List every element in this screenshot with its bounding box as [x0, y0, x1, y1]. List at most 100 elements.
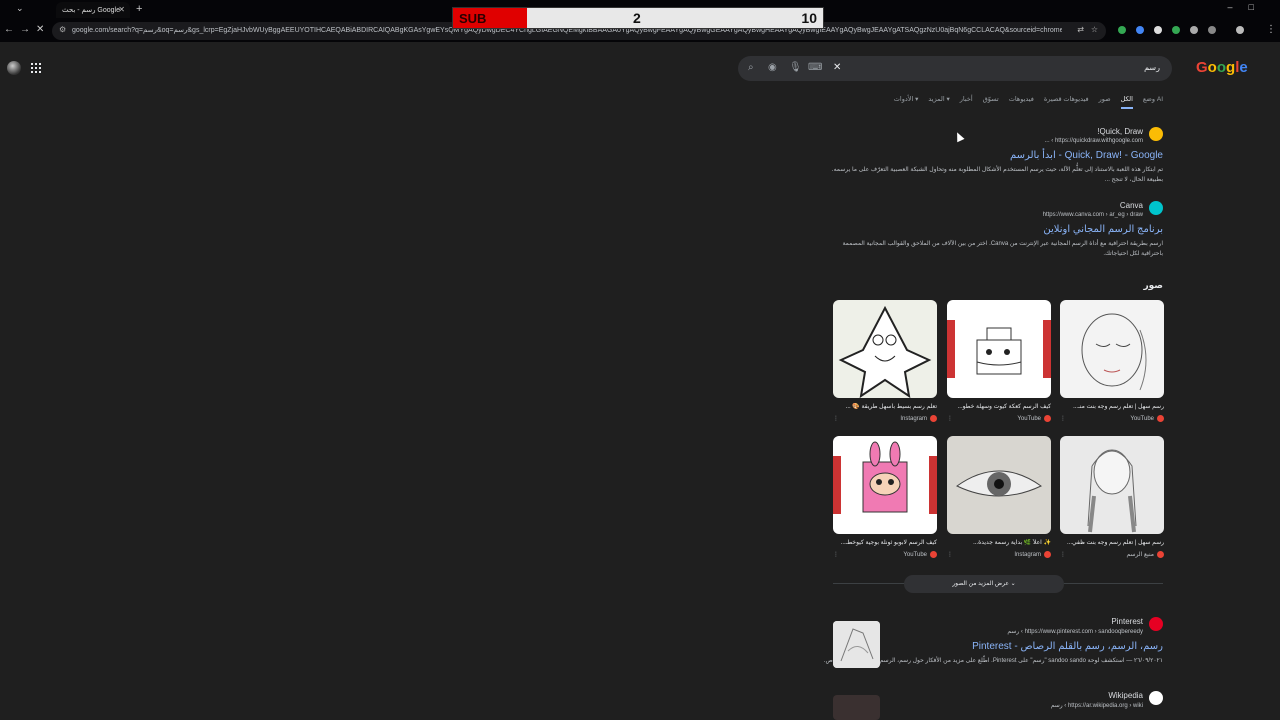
image-result-card[interactable]: رسم سهل | تعلم رسم وجه بنت ظفي... منبع ال… [1060, 436, 1164, 558]
tab-title: رسم - بحث Google [62, 7, 120, 14]
search-tab[interactable]: فيديوهات [1009, 95, 1034, 109]
image-caption[interactable]: رسم سهل | تعلم رسم وجه بنت ظفي... [1060, 539, 1164, 546]
source-favicon-icon [1157, 415, 1164, 422]
account-avatar[interactable] [7, 61, 21, 75]
more-options-icon[interactable]: ⋮ [1060, 551, 1066, 558]
pinterest-thumbnail[interactable] [833, 621, 880, 668]
search-tab[interactable]: أخبار [960, 95, 973, 109]
image-caption[interactable]: كيف الرسم كعكة كيوت وسهلة خطو... [947, 403, 1051, 410]
image-source-name: منبع الرسم [1126, 552, 1154, 559]
site-info-icon[interactable]: ⚙ [59, 25, 66, 34]
extension-icon[interactable] [1118, 26, 1126, 34]
more-images-button[interactable]: ⌄ عرض المزيد من الصور [904, 575, 1064, 593]
extension-icon[interactable] [1190, 26, 1198, 34]
more-options-icon[interactable]: ⋮ [1060, 415, 1066, 422]
image-source-name: YouTube [1130, 416, 1154, 423]
image-source-name: YouTube [903, 552, 927, 559]
search-query: رسم [1144, 63, 1160, 72]
image-result-card[interactable]: رسم سهل | تعلم رسم وجه بنت منـ... YouTube… [1060, 300, 1164, 422]
translate-icon[interactable]: ⇄ [1077, 25, 1084, 34]
image-result-card[interactable]: كيف الرسم لابوبو ثونلة بوجية كيوخطـ... Yo… [833, 436, 937, 558]
site-name: Pinterest [1111, 617, 1143, 626]
wikipedia-thumbnail[interactable] [833, 695, 880, 720]
google-apps-icon[interactable] [31, 63, 41, 73]
voice-search-icon[interactable]: 🎙 [789, 62, 802, 73]
forward-icon[interactable]: → [20, 24, 30, 35]
close-tab-icon[interactable]: ✕ [118, 5, 125, 14]
image-result-card[interactable]: ✨ اعلاً 🌿 بداية رسمة جديدة... Instagram ⋮ [947, 436, 1051, 558]
sub-goal-count: 10 [801, 10, 817, 26]
google-logo[interactable]: Google [1196, 59, 1248, 76]
search-tab[interactable]: الأدوات ▾ [894, 95, 919, 109]
image-thumbnail[interactable] [947, 300, 1051, 398]
image-caption[interactable]: كيف الرسم لابوبو ثونلة بوجية كيوخطـ... [833, 539, 937, 546]
more-options-icon[interactable]: ⋮ [833, 415, 839, 422]
site-favicon-icon [1149, 201, 1163, 215]
search-box[interactable]: ⌕ ◉ 🎙 ⌨ ✕ رسم [738, 56, 1172, 81]
more-options-icon[interactable]: ⋮ [947, 551, 953, 558]
new-tab-icon[interactable]: + [136, 3, 142, 15]
site-name: Wikipedia [1108, 691, 1143, 700]
image-thumbnail[interactable] [1060, 300, 1164, 398]
source-favicon-icon [930, 415, 937, 422]
keyboard-icon[interactable]: ⌨ [808, 62, 822, 73]
site-favicon-icon [1149, 617, 1163, 631]
image-source-name: Instagram [1014, 552, 1041, 559]
search-tab[interactable]: المزيد ▾ [928, 95, 949, 109]
site-name: Quick, Draw! [1097, 127, 1143, 136]
bookmark-star-icon[interactable]: ☆ [1091, 25, 1098, 34]
logo-letter: o [1207, 59, 1217, 76]
images-heading: صور [1143, 280, 1163, 290]
image-source: Instagram ⋮ [833, 415, 937, 422]
more-images-label: عرض المزيد من الصور [952, 581, 1009, 587]
image-result-card[interactable]: كيف الرسم كعكة كيوت وسهلة خطو... YouTube ⋮ [947, 300, 1051, 422]
more-options-icon[interactable]: ⋮ [947, 415, 953, 422]
image-result-card[interactable]: تعلم رسم بسيط بأسهل طريقة 🎨 ... Instagram… [833, 300, 937, 422]
extension-icon[interactable] [1172, 26, 1180, 34]
image-source: YouTube ⋮ [1060, 415, 1164, 422]
source-favicon-icon [1044, 415, 1051, 422]
menu-kebab-icon[interactable]: ⋮ [1266, 24, 1276, 35]
image-source-name: YouTube [1017, 416, 1041, 423]
search-tabs: وضع AI الكل صور فيديوهات قصيرة فيديوهات تسوّق… [894, 95, 1163, 109]
extension-icon[interactable] [1154, 26, 1162, 34]
result-url[interactable]: https://quickdraw.withgoogle.com › ... [823, 138, 1143, 144]
browser-tab[interactable]: رسم - بحث Google ✕ [56, 2, 130, 18]
result-url[interactable]: https://www.canva.com › ar_eg › draw [823, 212, 1143, 218]
image-source: Instagram ⋮ [947, 551, 1051, 558]
search-result: Canva https://www.canva.com › ar_eg › dra… [823, 201, 1163, 259]
result-site-name[interactable]: Canva https://www.canva.com › ar_eg › dra… [823, 201, 1163, 218]
result-snippet: ارسم بطريقة احترافية مع أداة الرسم المجا… [842, 241, 1163, 257]
extension-icon[interactable] [1136, 26, 1144, 34]
logo-letter: e [1239, 59, 1248, 76]
result-title-link[interactable]: Quick, Draw! - Google - ابدأ بالرسم [823, 150, 1163, 161]
result-title-link[interactable]: برنامج الرسم المجاني اونلاين [823, 224, 1163, 235]
image-caption[interactable]: تعلم رسم بسيط بأسهل طريقة 🎨 ... [833, 403, 937, 410]
sub-current-count: 2 [633, 10, 641, 26]
image-source: YouTube ⋮ [947, 415, 1051, 422]
profile-icon[interactable] [1236, 26, 1244, 34]
search-icon[interactable]: ⌕ [748, 62, 754, 73]
sub-goal-overlay: SUB 2 10 [452, 7, 824, 29]
search-tab[interactable]: فيديوهات قصيرة [1044, 95, 1089, 109]
clear-search-icon[interactable]: ✕ [833, 62, 841, 73]
tab-search-icon[interactable]: ⌄ [16, 3, 24, 14]
back-icon[interactable]: ← [4, 24, 14, 35]
result-site-name[interactable]: Quick, Draw! https://quickdraw.withgoogle… [823, 127, 1163, 144]
stop-icon[interactable]: ✕ [36, 24, 44, 35]
image-thumbnail[interactable] [1060, 436, 1164, 534]
search-tab[interactable]: الكل [1120, 95, 1133, 109]
image-thumbnail[interactable] [947, 436, 1051, 534]
more-options-icon[interactable]: ⋮ [833, 551, 839, 558]
image-caption[interactable]: ✨ اعلاً 🌿 بداية رسمة جديدة... [947, 539, 1051, 546]
google-lens-icon[interactable]: ◉ [768, 62, 777, 73]
image-thumbnail[interactable] [833, 436, 937, 534]
image-caption[interactable]: رسم سهل | تعلم رسم وجه بنت منـ... [1060, 403, 1164, 410]
search-tab[interactable]: وضع AI [1143, 95, 1163, 109]
search-tab[interactable]: تسوّق [983, 95, 999, 109]
search-tab[interactable]: صور [1099, 95, 1111, 109]
site-favicon-icon [1149, 691, 1163, 705]
image-thumbnail[interactable] [833, 300, 937, 398]
extensions-puzzle-icon[interactable] [1208, 26, 1216, 34]
window-controls[interactable]: –□ [1228, 2, 1270, 12]
